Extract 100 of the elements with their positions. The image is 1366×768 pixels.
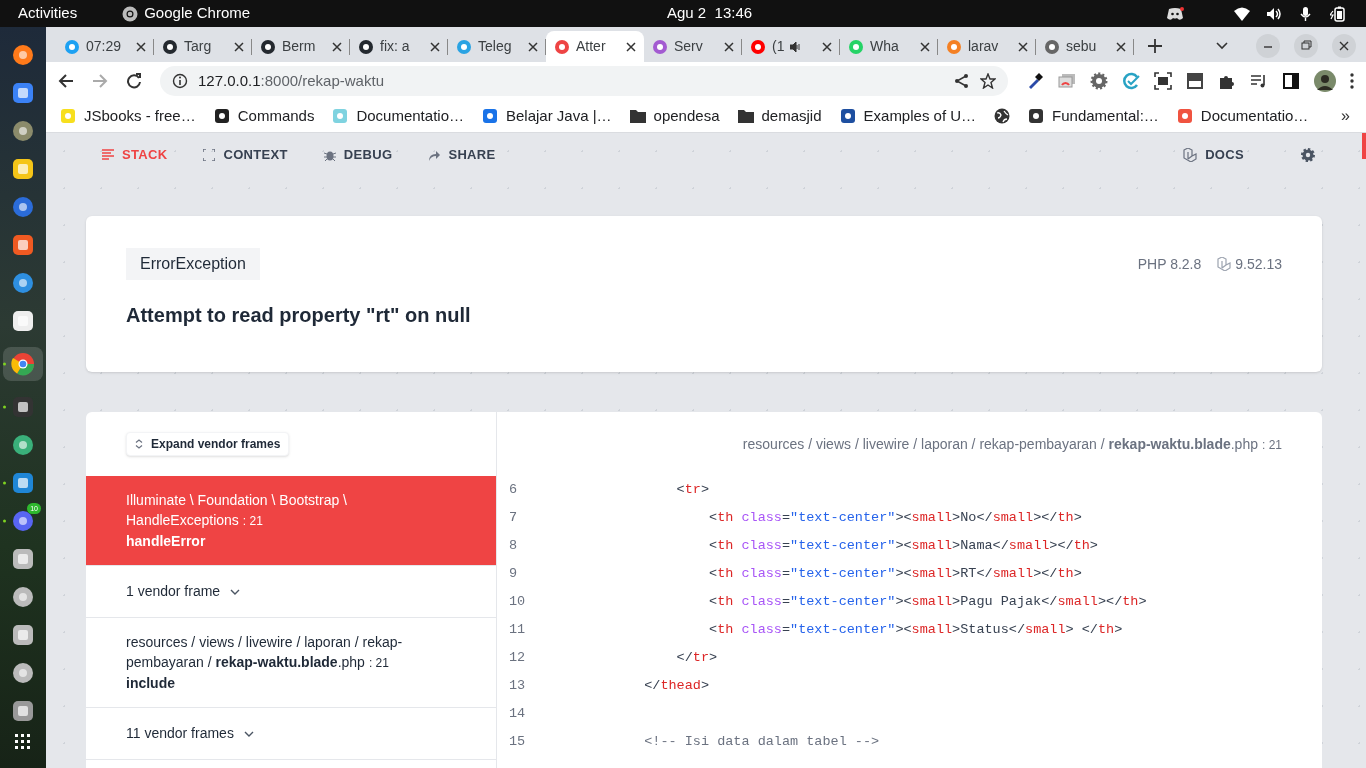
wifi-icon[interactable] — [1234, 6, 1250, 21]
new-tab-icon[interactable] — [1148, 39, 1162, 53]
close-icon[interactable] — [626, 41, 636, 52]
favicon-icon — [482, 108, 498, 124]
address-bar[interactable]: 127.0.0.1:8000/rekap-waktu — [160, 66, 1008, 96]
bookmark[interactable]: JSbooks - free… — [60, 104, 196, 128]
favicon-icon — [946, 38, 962, 55]
browser-tab[interactable]: Atter — [546, 31, 644, 62]
line-number: 6 — [508, 480, 519, 499]
browser-tab[interactable]: Targ — [154, 31, 252, 62]
favicon-icon — [1044, 38, 1060, 55]
chrome-icon — [122, 5, 139, 22]
volume-icon[interactable] — [1266, 6, 1282, 21]
star-icon[interactable] — [980, 73, 996, 89]
dock-app-icon[interactable] — [3, 471, 35, 495]
tab-search-icon[interactable] — [1216, 42, 1228, 50]
browser-tab[interactable]: sebu — [1036, 31, 1134, 62]
laravel-icon — [1217, 257, 1232, 271]
dock-app-icon[interactable] — [3, 395, 35, 419]
activities-button[interactable]: Activities — [18, 2, 78, 25]
bookmark[interactable]: Belajar Java |… — [482, 104, 612, 128]
close-icon[interactable] — [528, 41, 538, 52]
reload-icon[interactable] — [126, 73, 142, 89]
menu-icon[interactable] — [1350, 73, 1354, 89]
dock-app-icon[interactable] — [3, 352, 35, 376]
app-name[interactable]: Google Chrome — [144, 2, 251, 25]
vendor-frames-toggle[interactable]: 11 vendor frames — [86, 708, 496, 760]
bookmark[interactable]: Examples of U… — [839, 104, 977, 128]
expand-vendor-frames-button[interactable]: Expand vendor frames — [126, 432, 290, 456]
bookmark-globe-button[interactable] — [994, 108, 1011, 124]
close-icon[interactable] — [136, 41, 146, 52]
docs-link[interactable]: DOCS — [1183, 145, 1244, 165]
bookmark[interactable]: demasjid — [737, 104, 822, 128]
close-icon[interactable] — [234, 41, 244, 52]
bookmark[interactable]: opendesa — [629, 104, 720, 128]
gear-icon[interactable] — [1090, 72, 1108, 90]
browser-tab[interactable]: (1 — [742, 31, 840, 62]
back-icon[interactable] — [58, 73, 74, 89]
forward-icon — [92, 73, 108, 89]
frame-method: include — [126, 674, 176, 693]
browser-tab[interactable]: Teleg — [448, 31, 546, 62]
screen-capture-icon[interactable] — [1154, 72, 1172, 90]
close-icon[interactable] — [332, 41, 342, 52]
nav-tab[interactable]: CONTEXT — [203, 145, 288, 165]
settings-icon[interactable] — [1300, 147, 1316, 163]
check-arc-icon[interactable] — [1122, 72, 1140, 90]
chevron-down-icon — [243, 730, 254, 737]
restore-icon[interactable] — [1294, 34, 1318, 58]
code-line: </tr> — [675, 648, 718, 667]
error-message: Attempt to read property "rt" on null — [126, 303, 471, 328]
favicon-icon — [848, 38, 864, 55]
battery-icon[interactable] — [1330, 5, 1346, 22]
chevron-down-icon — [230, 588, 241, 595]
media-queue-icon[interactable] — [1250, 72, 1268, 90]
code-line: <th class="text-center"><small>Status</small> </th> — [708, 620, 1123, 639]
folder-icon — [629, 109, 646, 123]
avatar-icon[interactable] — [1314, 70, 1336, 92]
browser-tab[interactable]: larav — [938, 31, 1036, 62]
code-line: <th class="text-center"><small>RT</small></th> — [708, 564, 1082, 583]
line-number: 15 — [508, 732, 527, 751]
close-icon[interactable] — [1018, 41, 1028, 52]
stack-frame[interactable]: Illuminate \ Foundation \ Bootstrap \ HandleExceptions : 21 handleError — [86, 476, 496, 566]
browser-tab[interactable]: Berm — [252, 31, 350, 62]
close-icon[interactable] — [724, 41, 734, 52]
line-number: 14 — [508, 704, 527, 723]
bookmark[interactable]: Fundamental:… — [1028, 104, 1159, 128]
bookmark[interactable]: Documentatio… — [332, 104, 464, 128]
scrollbar-thumb[interactable] — [1362, 133, 1366, 159]
share-arrow-icon — [428, 149, 441, 161]
bug-icon — [323, 149, 336, 161]
side-panel-icon[interactable] — [1282, 72, 1300, 90]
favicon-icon — [1176, 108, 1193, 124]
window-stack-icon[interactable] — [1058, 72, 1076, 90]
up-down-chevron-icon — [135, 439, 143, 449]
favicon-icon — [162, 38, 178, 55]
clock[interactable]: Agu 2 13:46 — [667, 2, 753, 25]
favicon-icon — [213, 108, 230, 124]
close-icon[interactable] — [920, 41, 930, 52]
favicon-icon — [64, 38, 80, 55]
close-icon[interactable] — [822, 41, 832, 52]
nav-tab[interactable]: DEBUG — [323, 145, 393, 165]
app-grid-icon[interactable] — [15, 734, 31, 750]
more-bookmarks-button[interactable]: » — [1341, 104, 1350, 128]
code-line: <th class="text-center"><small>No</small></th> — [708, 508, 1082, 527]
browser-tab[interactable]: fix: a — [350, 31, 448, 62]
bookmark[interactable]: Commands — [213, 104, 315, 128]
minimize-icon[interactable] — [1256, 34, 1280, 58]
close-icon[interactable] — [430, 41, 440, 52]
close-icon[interactable] — [1332, 34, 1356, 58]
dock-app-icon[interactable] — [3, 509, 35, 533]
nav-tab[interactable]: SHARE — [428, 145, 496, 165]
discord-icon[interactable] — [1166, 6, 1184, 21]
file-path: resources / views / livewire / laporan / rekap-pembayaran / rekap-waktu.blade.php : 21 — [742, 434, 1282, 454]
browser-tab[interactable]: 07:29 — [56, 31, 154, 62]
share-icon[interactable] — [954, 73, 970, 89]
code-line: </thead> — [643, 676, 710, 695]
bookmark[interactable]: Documentatio… — [1176, 104, 1309, 128]
close-icon[interactable] — [1116, 41, 1126, 52]
browser-tab[interactable]: Wha — [840, 31, 938, 62]
browser-tab[interactable]: Serv — [644, 31, 742, 62]
